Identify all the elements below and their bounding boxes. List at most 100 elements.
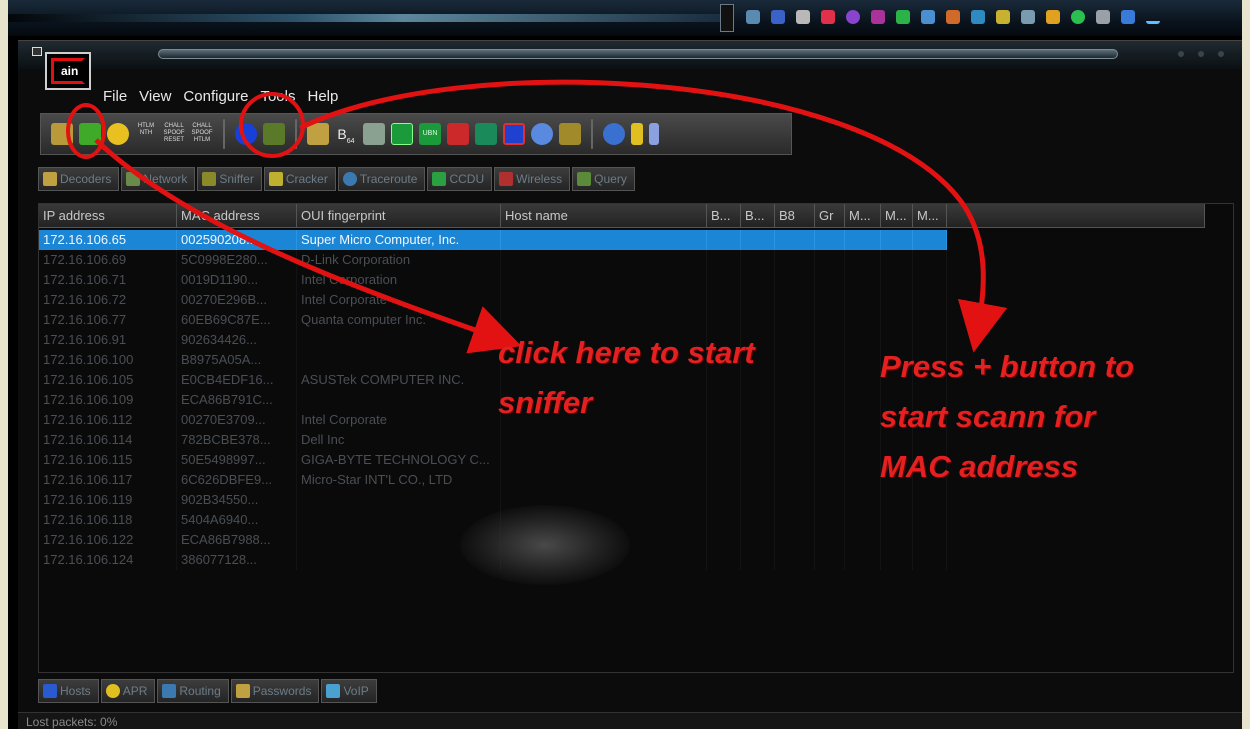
table-cell: 6C626DBFE9... (177, 470, 297, 490)
chip-icon[interactable] (559, 123, 581, 145)
table-cell: Super Micro Computer, Inc. (297, 230, 501, 250)
table-cell (775, 270, 815, 290)
tool-icon[interactable] (307, 123, 329, 145)
tab-traceroute[interactable]: Traceroute (337, 167, 426, 191)
chall-spoof-htlm-icon[interactable]: CHALL SPOOF HTLM (191, 123, 213, 145)
tray-icon[interactable] (846, 10, 860, 24)
tab-network[interactable]: Network (121, 167, 196, 191)
table-row[interactable]: 172.16.106.69 5C0998E280... D-Link Corpora… (39, 250, 1233, 270)
bottle-icon[interactable] (649, 123, 659, 145)
tray-icon[interactable] (771, 10, 785, 24)
tab-query[interactable]: Query (572, 167, 635, 191)
column-header[interactable]: M... (845, 204, 881, 228)
screen-icon[interactable] (503, 123, 525, 145)
chart-icon[interactable] (447, 123, 469, 145)
tab-routing[interactable]: Routing (157, 679, 229, 703)
wizard-icon[interactable] (363, 123, 385, 145)
table-cell (297, 490, 501, 510)
tray-icon[interactable] (1071, 10, 1085, 24)
tab-hosts[interactable]: Hosts (38, 679, 99, 703)
table-cell (741, 430, 775, 450)
tray-icon[interactable] (821, 10, 835, 24)
info-icon[interactable] (603, 123, 625, 145)
menu-view[interactable]: View (139, 88, 171, 105)
tray-icon[interactable] (996, 10, 1010, 24)
signal-icon[interactable] (1146, 10, 1160, 24)
table-row[interactable]: 172.16.106.118 5404A6940... (39, 510, 1233, 530)
column-header[interactable]: IP address (39, 204, 177, 228)
tab-sniffer[interactable]: Sniffer (197, 167, 262, 191)
table-cell (501, 310, 707, 330)
grid-icon[interactable] (475, 123, 497, 145)
table-row[interactable]: 172.16.106.77 60EB69C87E... Quanta compute… (39, 310, 1233, 330)
table-row[interactable]: 172.16.106.119 902B34550... (39, 490, 1233, 510)
column-header[interactable]: M... (881, 204, 913, 228)
table-cell (913, 230, 947, 250)
table-cell (845, 530, 881, 550)
menu-help[interactable]: Help (308, 88, 339, 105)
table-cell (913, 510, 947, 530)
table-cell (815, 510, 845, 530)
column-header[interactable]: B... (707, 204, 741, 228)
ubn-icon[interactable]: UBN (419, 123, 441, 145)
tray-icon[interactable] (1121, 10, 1135, 24)
column-header[interactable]: B8 (775, 204, 815, 228)
column-header[interactable]: B... (741, 204, 775, 228)
tab-wireless[interactable]: Wireless (494, 167, 571, 191)
help-icon[interactable] (631, 123, 643, 145)
tray-icon[interactable] (921, 10, 935, 24)
base64-icon[interactable]: B64 (335, 123, 357, 145)
table-cell (845, 470, 881, 490)
column-header[interactable]: Gr (815, 204, 845, 228)
tray-icon[interactable] (746, 10, 760, 24)
column-header[interactable]: Host name (501, 204, 707, 228)
globe-icon[interactable] (531, 123, 553, 145)
maximize-button[interactable] (1198, 51, 1204, 57)
table-cell (845, 390, 881, 410)
column-header[interactable]: M... (913, 204, 947, 228)
table-cell: D-Link Corporation (297, 250, 501, 270)
green-box-icon[interactable] (391, 123, 413, 145)
tray-icon[interactable] (896, 10, 910, 24)
tab-ccdu[interactable]: CCDU (427, 167, 493, 191)
chall-spoof-reset-icon[interactable]: CHALL SPOOF RESET (163, 123, 185, 145)
taskbar-dropdown[interactable] (720, 4, 734, 32)
table-row[interactable]: 172.16.106.124 386077128... (39, 550, 1233, 570)
table-row[interactable]: 172.16.106.65 002590208... Super Micro Com… (39, 230, 1233, 250)
table-row[interactable]: 172.16.106.71 0019D1190... Intel Corporati… (39, 270, 1233, 290)
table-cell (775, 490, 815, 510)
system-menu-icon[interactable] (32, 47, 42, 56)
tray-icon[interactable] (796, 10, 810, 24)
table-cell (741, 450, 775, 470)
table-cell (741, 230, 775, 250)
menu-configure[interactable]: Configure (183, 88, 248, 105)
tab-voip[interactable]: VoIP (321, 679, 377, 703)
minimize-button[interactable] (1178, 51, 1184, 57)
tray-icon[interactable] (971, 10, 985, 24)
smudge-blur (460, 505, 630, 585)
tab-decoders[interactable]: Decoders (38, 167, 120, 191)
tray-icon[interactable] (1021, 10, 1035, 24)
table-cell (707, 550, 741, 570)
system-tray (746, 6, 1160, 28)
table-row[interactable]: 172.16.106.72 00270E296B... Intel Corporat… (39, 290, 1233, 310)
network-icon (126, 172, 141, 186)
tray-icon[interactable] (1096, 10, 1110, 24)
column-header[interactable]: MAC address (177, 204, 297, 228)
tray-icon[interactable] (1046, 10, 1060, 24)
tab-cracker[interactable]: Cracker (263, 167, 336, 191)
close-button[interactable] (1218, 51, 1224, 57)
table-row[interactable]: 172.16.106.122 ECA86B7988... (39, 530, 1233, 550)
start-apr-button[interactable] (107, 123, 129, 145)
htlm-nth-icon[interactable]: HTLM NTH (135, 123, 157, 145)
query-icon (577, 172, 592, 186)
tray-icon[interactable] (946, 10, 960, 24)
column-header[interactable]: OUI fingerprint (297, 204, 501, 228)
tray-icon[interactable] (871, 10, 885, 24)
table-cell (741, 250, 775, 270)
tab-apr[interactable]: APR (100, 679, 156, 703)
menu-file[interactable]: File (103, 88, 127, 105)
tab-passwords[interactable]: Passwords (230, 679, 320, 703)
desktop-taskbar (8, 0, 1242, 36)
column-header-filler (947, 204, 1205, 228)
